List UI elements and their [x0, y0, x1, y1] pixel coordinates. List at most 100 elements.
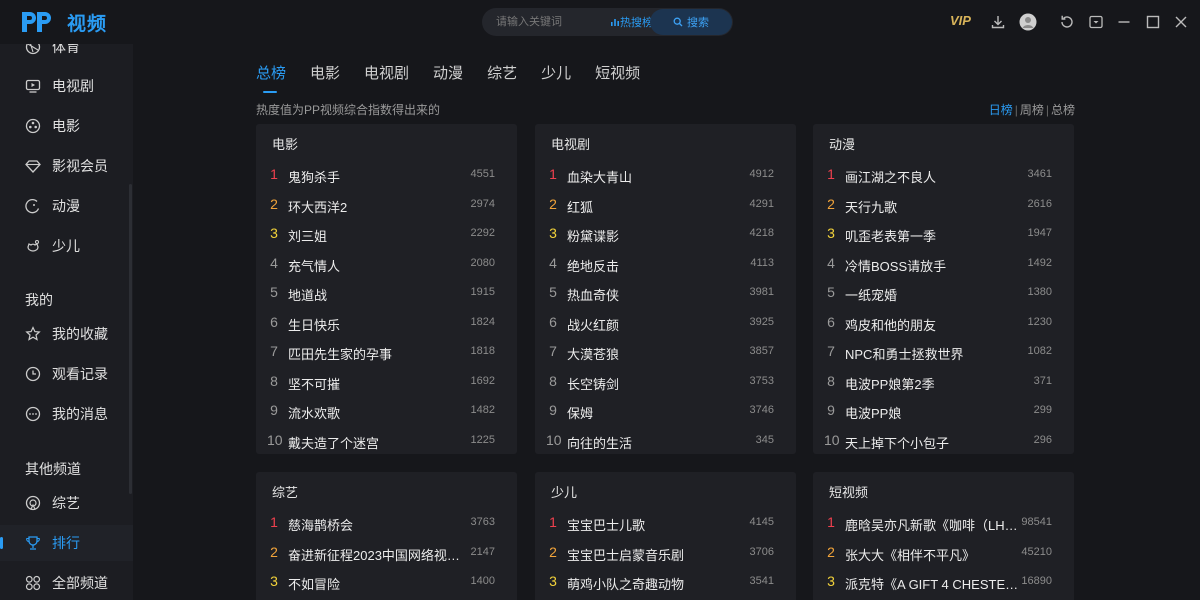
ranking-row[interactable]: 5 热血奇侠 3981 [535, 278, 796, 307]
tab-variety[interactable]: 综艺 [487, 62, 517, 83]
search-button[interactable]: 搜索 [650, 9, 732, 35]
ranking-row[interactable]: 3 萌鸡小队之奇趣动物 3541 [535, 567, 796, 596]
title-name[interactable]: 天行九歌 [845, 197, 1021, 216]
sidebar-item-variety[interactable]: 综艺 [0, 485, 133, 521]
title-name[interactable]: 冷情BOSS请放手 [845, 256, 1021, 275]
ranking-row[interactable]: 9 保姆 3746 [535, 396, 796, 425]
app-logo[interactable]: 视频 [20, 8, 107, 36]
sidebar-item-vip[interactable]: 影视会员 [0, 148, 133, 184]
title-name[interactable]: 鹿晗吴亦凡新歌《咖啡（LH XXX）》 [845, 515, 1021, 534]
card-title[interactable]: 综艺 [272, 482, 298, 501]
tab-anime[interactable]: 动漫 [433, 62, 463, 83]
search-input[interactable] [496, 8, 598, 36]
title-name[interactable]: 刘三姐 [288, 226, 464, 245]
tab-movie[interactable]: 电影 [310, 62, 340, 83]
ranking-row[interactable]: 9 电波PP娘 299 [813, 396, 1074, 425]
title-name[interactable]: 不如冒险 [288, 574, 464, 593]
ranking-row[interactable]: 10 天上掉下个小包子 296 [813, 426, 1074, 455]
minimize-icon[interactable] [1114, 12, 1134, 32]
title-name[interactable]: 向往的生活 [567, 433, 743, 452]
sidebar-item-history[interactable]: 观看记录 [0, 356, 133, 392]
title-name[interactable]: 宝宝巴士启蒙音乐剧 [567, 545, 743, 564]
ranking-row[interactable]: 6 鸡皮和他的朋友 1230 [813, 308, 1074, 337]
sidebar-item-sports[interactable]: 体育 [0, 44, 133, 65]
download-icon[interactable] [988, 12, 1008, 32]
title-name[interactable]: 张大大《相伴不平凡》 [845, 545, 1021, 564]
title-name[interactable]: 派克特《A GIFT 4 CHESTER》 [845, 574, 1021, 593]
ranking-row[interactable]: 10 向往的生活 345 [535, 426, 796, 455]
sidebar-item-kids[interactable]: 少儿 [0, 228, 133, 264]
card-title[interactable]: 短视频 [829, 482, 868, 501]
ranking-row[interactable]: 6 生日快乐 1824 [256, 308, 517, 337]
card-title[interactable]: 电视剧 [551, 134, 590, 153]
tab-tv[interactable]: 电视剧 [364, 62, 409, 83]
ranking-row[interactable]: 3 不如冒险 1400 [256, 567, 517, 596]
mini-mode-icon[interactable] [1086, 12, 1106, 32]
title-name[interactable]: 生日快乐 [288, 315, 464, 334]
ranking-row[interactable]: 5 地道战 1915 [256, 278, 517, 307]
title-name[interactable]: 奋进新征程2023中国网络视听年度盛典 [288, 545, 464, 564]
title-name[interactable]: 萌鸡小队之奇趣动物 [567, 574, 743, 593]
vip-badge[interactable]: VIP [950, 13, 971, 28]
title-name[interactable]: 保姆 [567, 403, 743, 422]
avatar[interactable] [1018, 12, 1038, 32]
ranking-row[interactable]: 4 冷情BOSS请放手 1492 [813, 249, 1074, 278]
title-name[interactable]: 宝宝巴士儿歌 [567, 515, 743, 534]
ranking-row[interactable]: 2 环大西洋2 2974 [256, 190, 517, 219]
ranking-row[interactable]: 9 流水欢歌 1482 [256, 396, 517, 425]
title-name[interactable]: 流水欢歌 [288, 403, 464, 422]
title-name[interactable]: 热血奇侠 [567, 285, 743, 304]
period-day[interactable]: 日榜 [989, 103, 1013, 117]
card-title[interactable]: 动漫 [829, 134, 855, 153]
title-name[interactable]: 戴夫造了个迷宫 [288, 433, 464, 452]
tab-kids[interactable]: 少儿 [541, 62, 571, 83]
ranking-row[interactable]: 6 战火红颜 3925 [535, 308, 796, 337]
ranking-row[interactable]: 2 宝宝巴士启蒙音乐剧 3706 [535, 538, 796, 567]
sidebar-item-ranking[interactable]: 排行 [0, 525, 133, 561]
tab-short-video[interactable]: 短视频 [595, 62, 640, 83]
title-name[interactable]: 地道战 [288, 285, 464, 304]
sidebar-scrollbar[interactable] [129, 184, 132, 494]
ranking-row[interactable]: 1 慈海鹊桥会 3763 [256, 508, 517, 537]
ranking-row[interactable]: 1 画江湖之不良人 3461 [813, 160, 1074, 189]
period-week[interactable]: 周榜 [1020, 103, 1044, 117]
close-icon[interactable] [1171, 12, 1191, 32]
refresh-icon[interactable] [1057, 12, 1077, 32]
title-name[interactable]: 一纸宠婚 [845, 285, 1021, 304]
title-name[interactable]: 红狐 [567, 197, 743, 216]
ranking-row[interactable]: 4 充气情人 2080 [256, 249, 517, 278]
ranking-row[interactable]: 2 天行九歌 2616 [813, 190, 1074, 219]
ranking-row[interactable]: 3 叽歪老表第一季 1947 [813, 219, 1074, 248]
title-name[interactable]: 电波PP娘 [845, 403, 1021, 422]
sidebar-item-film[interactable]: 电影 [0, 108, 133, 144]
ranking-row[interactable]: 8 长空铸剑 3753 [535, 367, 796, 396]
sidebar-item-anime[interactable]: 动漫 [0, 188, 133, 224]
title-name[interactable]: 鸡皮和他的朋友 [845, 315, 1021, 334]
ranking-row[interactable]: 8 电波PP娘第2季 371 [813, 367, 1074, 396]
ranking-row[interactable]: 1 血染大青山 4912 [535, 160, 796, 189]
ranking-row[interactable]: 7 NPC和勇士拯救世界 1082 [813, 337, 1074, 366]
ranking-row[interactable]: 5 一纸宠婚 1380 [813, 278, 1074, 307]
title-name[interactable]: 匹田先生家的孕事 [288, 344, 464, 363]
ranking-row[interactable]: 2 红狐 4291 [535, 190, 796, 219]
maximize-icon[interactable] [1143, 12, 1163, 32]
title-name[interactable]: 绝地反击 [567, 256, 743, 275]
card-title[interactable]: 电影 [272, 134, 298, 153]
ranking-row[interactable]: 8 坚不可摧 1692 [256, 367, 517, 396]
ranking-row[interactable]: 1 宝宝巴士儿歌 4145 [535, 508, 796, 537]
title-name[interactable]: 电波PP娘第2季 [845, 374, 1021, 393]
title-name[interactable]: 画江湖之不良人 [845, 167, 1021, 186]
ranking-row[interactable]: 7 匹田先生家的孕事 1818 [256, 337, 517, 366]
ranking-row[interactable]: 4 绝地反击 4113 [535, 249, 796, 278]
ranking-row[interactable]: 3 刘三姐 2292 [256, 219, 517, 248]
card-title[interactable]: 少儿 [551, 482, 577, 501]
ranking-row[interactable]: 2 张大大《相伴不平凡》 45210 [813, 538, 1074, 567]
title-name[interactable]: 血染大青山 [567, 167, 743, 186]
title-name[interactable]: 环大西洋2 [288, 197, 464, 216]
sidebar-item-tv[interactable]: 电视剧 [0, 68, 133, 104]
title-name[interactable]: 大漠苍狼 [567, 344, 743, 363]
ranking-row[interactable]: 2 奋进新征程2023中国网络视听年度盛典 2147 [256, 538, 517, 567]
title-name[interactable]: 战火红颜 [567, 315, 743, 334]
ranking-row[interactable]: 3 派克特《A GIFT 4 CHESTER》 16890 [813, 567, 1074, 596]
title-name[interactable]: 长空铸剑 [567, 374, 743, 393]
